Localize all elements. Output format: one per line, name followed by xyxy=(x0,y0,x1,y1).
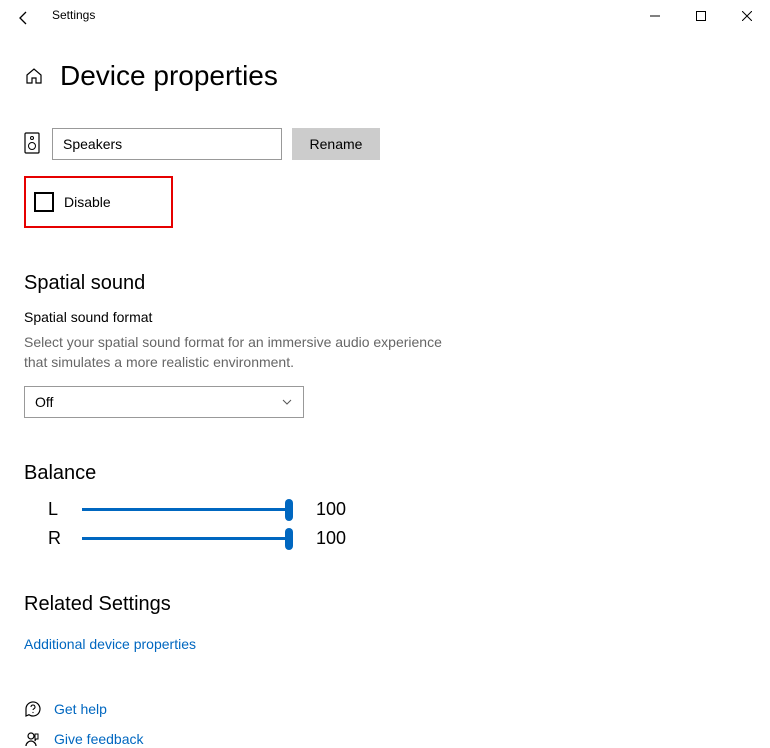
slider-thumb[interactable] xyxy=(285,528,293,550)
window-title: Settings xyxy=(52,8,95,22)
minimize-icon xyxy=(650,11,660,21)
related-settings-heading: Related Settings xyxy=(24,593,746,616)
balance-left-slider[interactable] xyxy=(82,508,292,511)
balance-left-value: 100 xyxy=(316,499,346,520)
balance-right-value: 100 xyxy=(316,528,346,549)
help-icon xyxy=(24,700,42,718)
feedback-icon xyxy=(24,730,42,748)
page-title: Device properties xyxy=(60,60,278,92)
get-help-link[interactable]: Get help xyxy=(54,701,107,717)
spatial-subhead: Spatial sound format xyxy=(24,309,746,325)
home-icon[interactable] xyxy=(24,66,44,86)
spatial-format-dropdown[interactable]: Off xyxy=(24,386,304,418)
spatial-format-value: Off xyxy=(35,394,53,410)
maximize-icon xyxy=(696,11,706,21)
balance-left-label: L xyxy=(48,499,68,520)
speaker-icon xyxy=(24,132,42,156)
back-button[interactable] xyxy=(14,8,34,28)
balance-right-label: R xyxy=(48,528,68,549)
disable-checkbox[interactable] xyxy=(34,192,54,212)
disable-label: Disable xyxy=(64,194,111,210)
spatial-help-text: Select your spatial sound format for an … xyxy=(24,333,444,372)
balance-heading: Balance xyxy=(24,462,746,485)
give-feedback-link[interactable]: Give feedback xyxy=(54,731,144,747)
maximize-button[interactable] xyxy=(678,0,724,32)
rename-button[interactable]: Rename xyxy=(292,128,380,160)
device-name-input[interactable] xyxy=(52,128,282,160)
additional-device-properties-link[interactable]: Additional device properties xyxy=(24,636,196,652)
disable-highlight: Disable xyxy=(24,176,173,228)
minimize-button[interactable] xyxy=(632,0,678,32)
balance-right-slider[interactable] xyxy=(82,537,292,540)
close-button[interactable] xyxy=(724,0,770,32)
close-icon xyxy=(742,11,752,21)
slider-thumb[interactable] xyxy=(285,499,293,521)
chevron-down-icon xyxy=(281,396,293,408)
arrow-left-icon xyxy=(16,10,32,26)
spatial-sound-heading: Spatial sound xyxy=(24,272,746,295)
